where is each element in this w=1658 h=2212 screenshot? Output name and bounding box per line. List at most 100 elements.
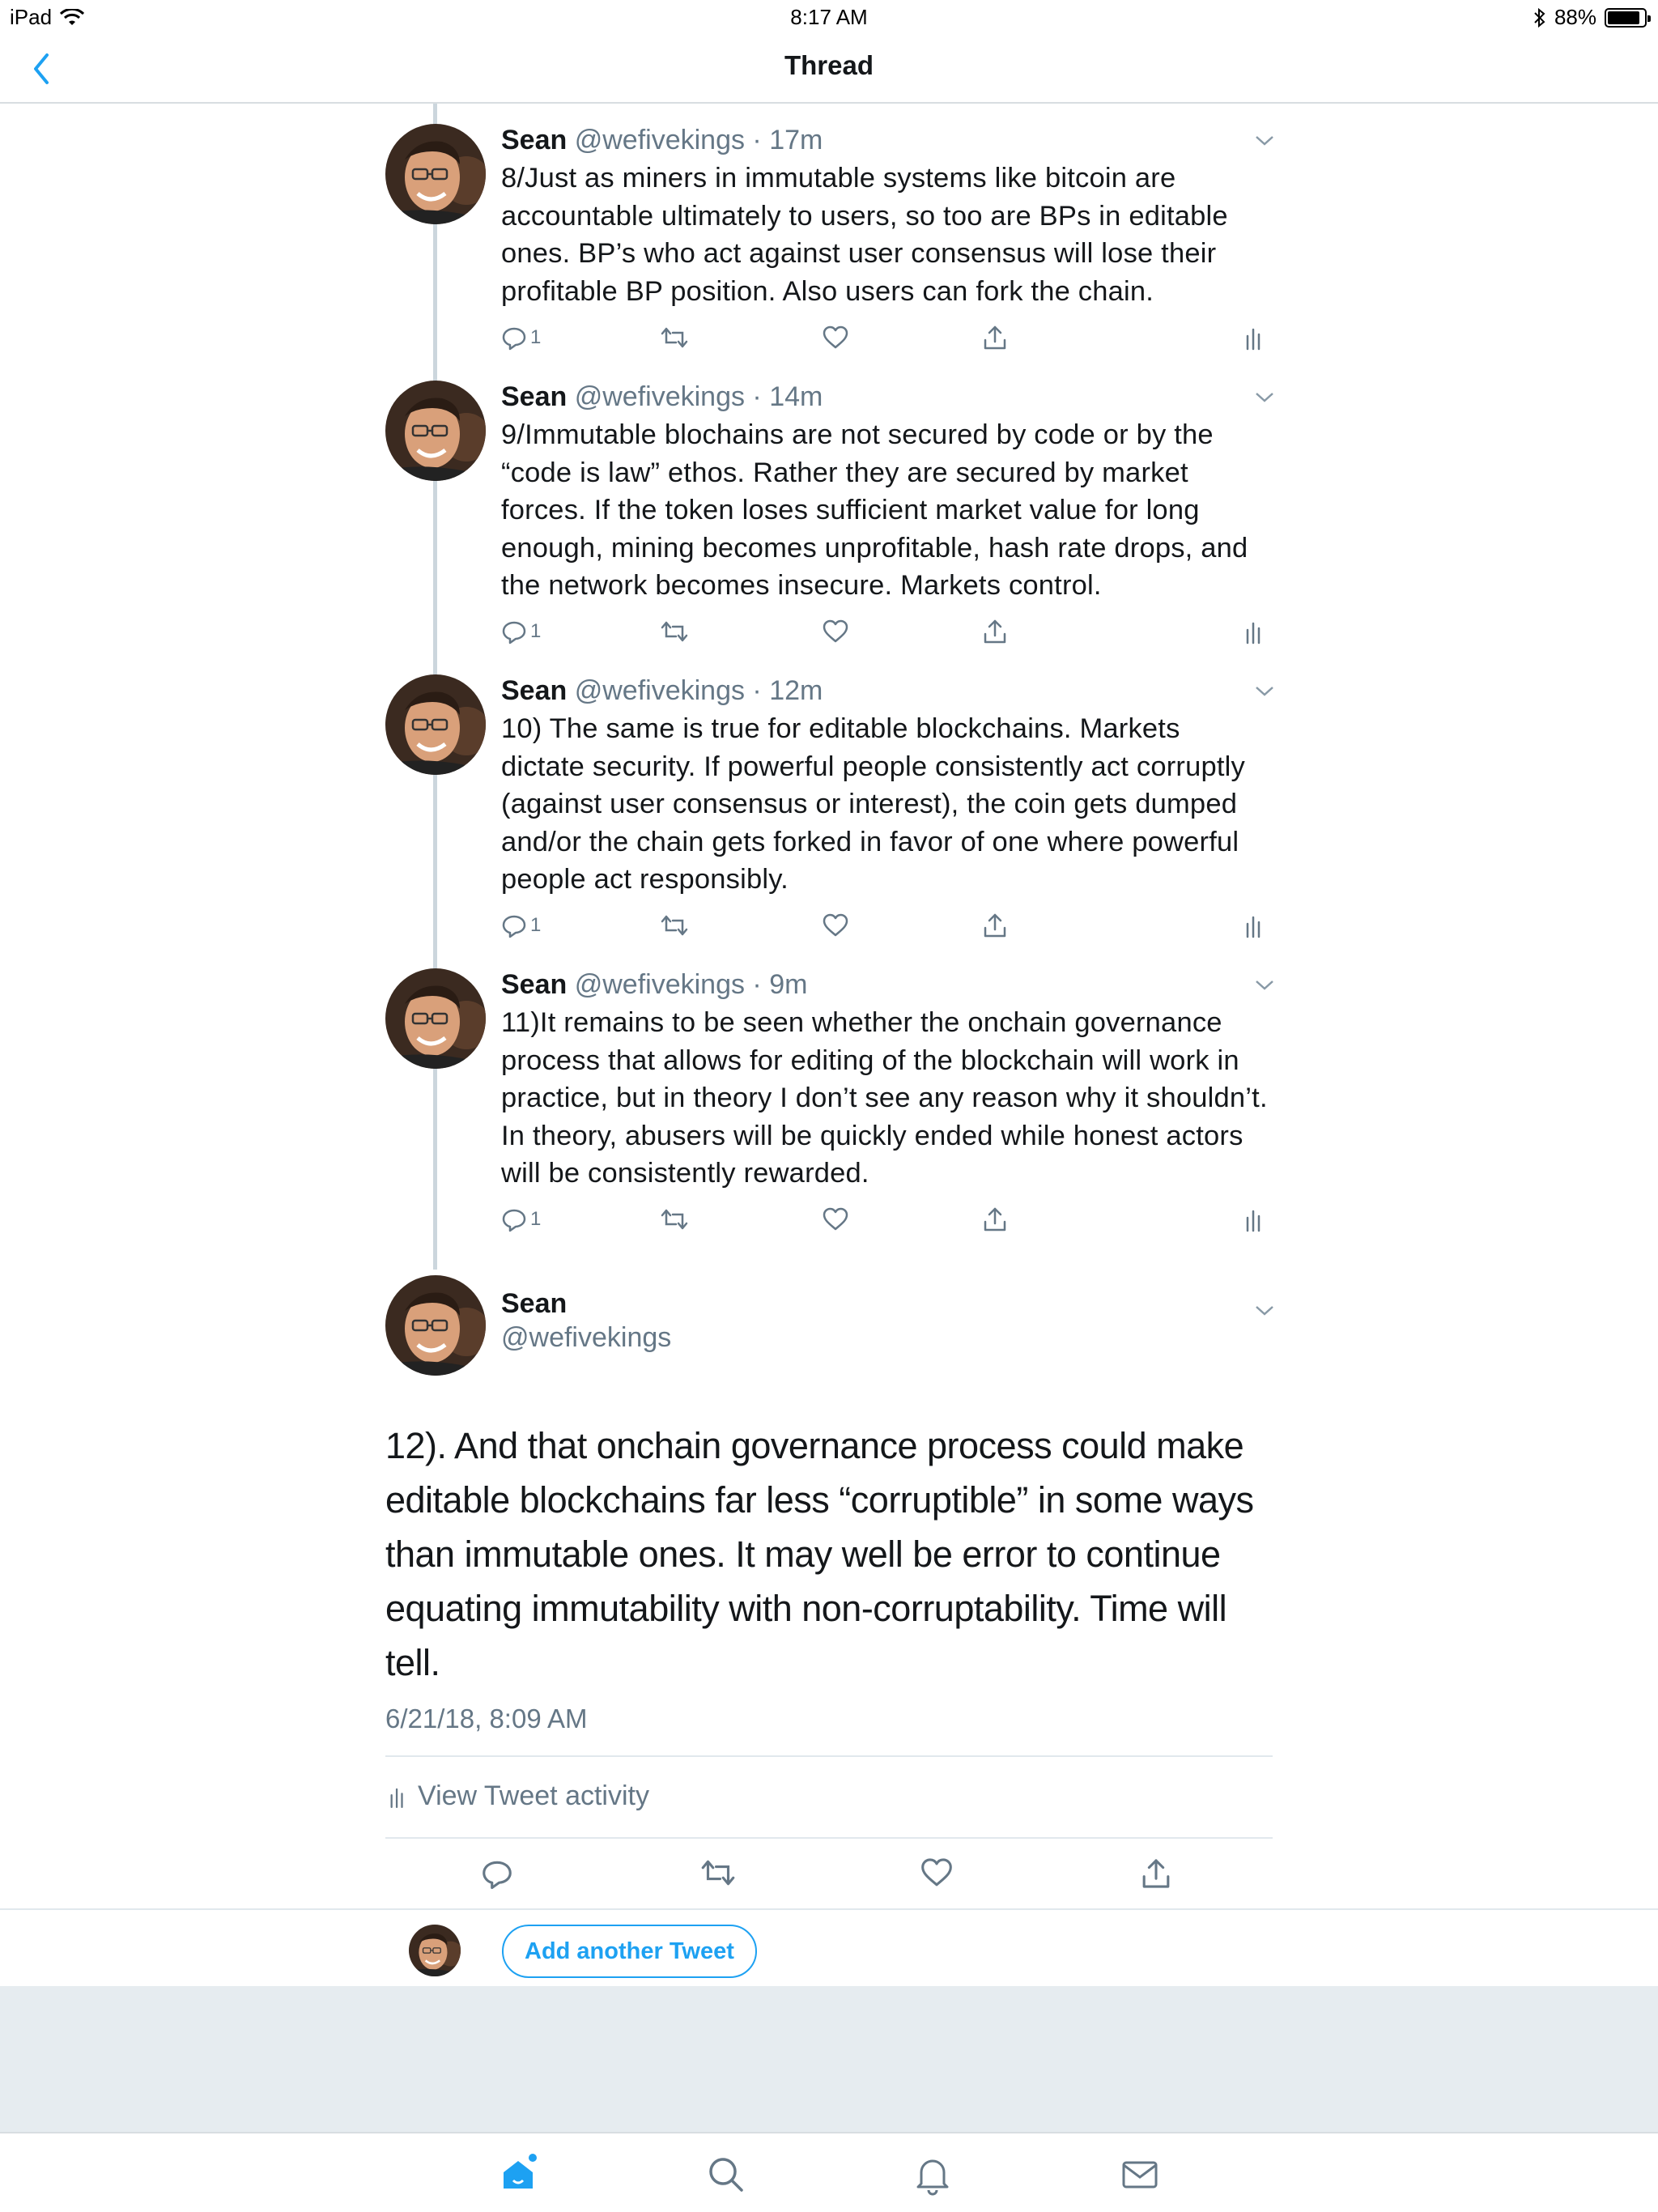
add-another-tweet-button[interactable]: Add another Tweet [502, 1925, 757, 1978]
home-icon[interactable] [495, 2151, 541, 2197]
share-icon [984, 619, 1006, 644]
compose-reply-bar: Add another Tweet [0, 1908, 1658, 1986]
share-button[interactable] [982, 909, 1008, 942]
messages-icon[interactable] [1117, 2151, 1163, 2197]
battery-percent: 88% [1554, 5, 1596, 29]
analytics-icon [1246, 328, 1261, 351]
reply-icon [502, 327, 526, 351]
reply-count: 1 [530, 326, 542, 348]
reply-button[interactable]: 1 [501, 321, 541, 354]
reply-count: 1 [530, 1208, 542, 1230]
tweet-header: Sean @wefivekings · 9m [501, 968, 807, 1001]
share-icon [984, 913, 1006, 938]
heart-icon [823, 619, 848, 643]
empty-area [0, 1986, 1658, 2132]
tab-bar [0, 2132, 1658, 2212]
reply-icon [502, 621, 526, 644]
tweet-actions: 1 [501, 615, 1270, 648]
tweet-header: Sean @wefivekings · 12m [501, 674, 823, 707]
share-icon[interactable] [1140, 1857, 1172, 1891]
navigation-bar: Thread [0, 32, 1658, 104]
thread-tweet[interactable]: Sean @wefivekings · 17m 8/Just as miners… [0, 124, 1658, 367]
divider [385, 1755, 1273, 1757]
like-button[interactable] [822, 909, 849, 942]
like-button[interactable] [822, 321, 849, 354]
reply-button[interactable]: 1 [501, 615, 541, 648]
retweet-icon [661, 327, 688, 348]
analytics-button[interactable] [1244, 909, 1264, 942]
share-icon [984, 325, 1006, 350]
analytics-button[interactable] [1244, 615, 1264, 648]
author-handle-time: @wefivekings · 12m [574, 675, 823, 706]
analytics-button[interactable] [1244, 321, 1264, 354]
status-bar: iPad 8:17 AM 88% [0, 0, 1658, 32]
view-tweet-activity[interactable]: View Tweet activity [389, 1780, 649, 1812]
chevron-down-icon[interactable] [1253, 683, 1276, 699]
author-name[interactable]: Sean [501, 125, 567, 155]
retweet-icon [661, 915, 688, 936]
tweet-text: 10) The same is true for editable blockc… [501, 713, 1245, 895]
avatar[interactable] [385, 968, 486, 1069]
thread-tweet[interactable]: Sean @wefivekings · 14m 9/Immutable bloc… [0, 381, 1658, 664]
heart-icon [823, 1207, 848, 1231]
analytics-button[interactable] [1244, 1203, 1264, 1236]
chevron-down-icon[interactable] [1253, 976, 1276, 993]
reply-icon[interactable] [481, 1857, 513, 1891]
retweet-button[interactable] [660, 615, 689, 648]
reply-count: 1 [530, 914, 542, 936]
analytics-icon [390, 1788, 403, 1808]
avatar[interactable] [385, 674, 486, 775]
divider [385, 1837, 1273, 1839]
author-name[interactable]: Sean [501, 969, 567, 1000]
main-tweet-text: 12). And that onchain governance process… [385, 1425, 1254, 1683]
main-tweet-avatar[interactable] [385, 1275, 486, 1376]
share-icon [984, 1207, 1006, 1231]
share-button[interactable] [982, 615, 1008, 648]
analytics-icon [1246, 1210, 1261, 1232]
author-name[interactable]: Sean [501, 675, 567, 706]
main-author-handle[interactable]: @wefivekings [501, 1322, 671, 1354]
chevron-down-icon[interactable] [1253, 1302, 1276, 1318]
view-tweet-activity-label: View Tweet activity [418, 1780, 649, 1811]
reply-button[interactable]: 1 [501, 1203, 541, 1236]
own-avatar [409, 1925, 461, 1976]
author-handle-time: @wefivekings · 17m [574, 125, 823, 155]
reply-count: 1 [530, 620, 542, 642]
chevron-down-icon[interactable] [1253, 132, 1276, 148]
like-button[interactable] [822, 615, 849, 648]
chevron-down-icon[interactable] [1253, 389, 1276, 405]
author-handle-time: @wefivekings · 14m [574, 381, 823, 412]
retweet-button[interactable] [660, 909, 689, 942]
share-button[interactable] [982, 1203, 1008, 1236]
analytics-icon [1246, 622, 1261, 644]
thread-tweet[interactable]: Sean @wefivekings · 9m 11)It remains to … [0, 968, 1658, 1252]
reply-button[interactable]: 1 [501, 909, 541, 942]
main-author-name[interactable]: Sean [501, 1288, 567, 1320]
retweet-icon[interactable] [699, 1857, 737, 1889]
tweet-text: 9/Immutable blochains are not secured by… [501, 419, 1248, 601]
like-button[interactable] [822, 1203, 849, 1236]
heart-icon[interactable] [920, 1857, 954, 1889]
tweet-header: Sean @wefivekings · 17m [501, 124, 823, 156]
share-button[interactable] [982, 321, 1008, 354]
notifications-icon[interactable] [910, 2151, 955, 2197]
tweet-header: Sean @wefivekings · 14m [501, 381, 823, 413]
main-tweet-timestamp: 6/21/18, 8:09 AM [385, 1704, 588, 1733]
heart-icon [823, 913, 848, 937]
search-icon[interactable] [703, 2151, 748, 2197]
tweet-text: 11)It remains to be seen whether the onc… [501, 1007, 1268, 1189]
retweet-button[interactable] [660, 321, 689, 354]
page-title: Thread [784, 50, 874, 80]
status-time: 8:17 AM [790, 5, 868, 29]
retweet-button[interactable] [660, 1203, 689, 1236]
main-tweet-actions [385, 1857, 1276, 1894]
bluetooth-icon [1534, 7, 1545, 28]
reply-icon [502, 915, 526, 938]
avatar[interactable] [385, 124, 486, 224]
avatar[interactable] [385, 381, 486, 481]
tweet-actions: 1 [501, 1203, 1270, 1236]
reply-icon [502, 1209, 526, 1232]
thread-tweet[interactable]: Sean @wefivekings · 12m 10) The same is … [0, 674, 1658, 958]
author-name[interactable]: Sean [501, 381, 567, 412]
battery-icon [1605, 7, 1651, 28]
